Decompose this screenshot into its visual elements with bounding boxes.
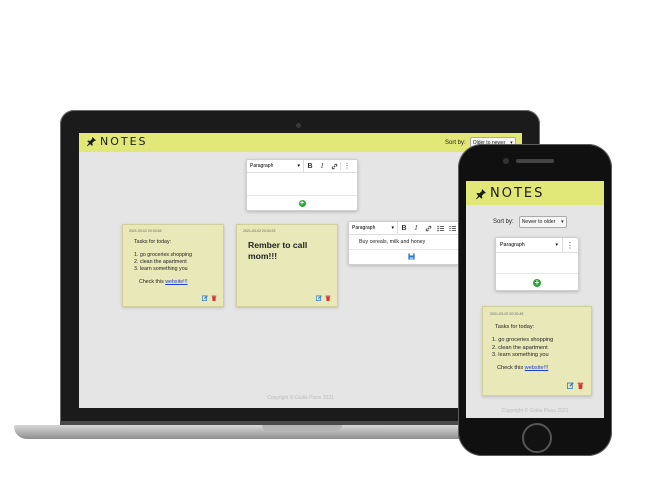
note-actions xyxy=(316,295,331,301)
editor-content[interactable] xyxy=(247,173,357,196)
note-actions xyxy=(567,382,584,389)
more-options-button[interactable]: ⋮ xyxy=(563,238,577,252)
block-format-select[interactable]: Paragraph ▾ xyxy=(349,222,398,234)
save-icon[interactable] xyxy=(408,253,415,260)
note-card: 2021-03-02 20:30:45 Tasks for today: 1. … xyxy=(482,306,592,396)
phone-camera xyxy=(503,158,509,164)
phone-speaker xyxy=(516,159,554,163)
block-format-label: Paragraph xyxy=(352,225,376,231)
note-link-prefix: Check this xyxy=(139,279,166,285)
note-list: 1. go groceries shopping 2. clean the ap… xyxy=(492,337,586,359)
note-heading: Tasks for today: xyxy=(495,324,535,330)
brand-title: NOTES xyxy=(100,135,148,148)
note-body: Tasks for today: 1. go groceries shoppin… xyxy=(492,324,586,372)
note-date: 2021-03-02 20:30:23 xyxy=(243,229,276,233)
brand-title: NOTES xyxy=(490,186,545,201)
chevron-down-icon: ▾ xyxy=(555,242,558,248)
note-actions xyxy=(202,295,217,301)
list-item: 2. clean the apartment xyxy=(492,344,548,351)
list-item: 2. clean the apartment xyxy=(134,259,187,265)
block-format-label: Paragraph xyxy=(250,163,274,169)
block-format-select[interactable]: Paragraph ▾ xyxy=(247,160,304,172)
editor-footer xyxy=(349,250,474,263)
note-link-prefix: Check this xyxy=(497,365,525,372)
list-item: 3. learn something you xyxy=(492,351,549,358)
phone-screen: NOTES Sort by: Newer to older ▾ Paragrap… xyxy=(466,181,604,418)
sort-label: Sort by: xyxy=(493,219,514,225)
brand[interactable]: NOTES xyxy=(86,135,148,148)
link-button[interactable] xyxy=(328,160,340,172)
chevron-down-icon: ▾ xyxy=(297,163,300,169)
editor-toolbar: Paragraph ▾ ⋮ xyxy=(496,238,578,253)
add-note-button[interactable]: + xyxy=(533,278,541,287)
footer: Copyright © Giulia Pisos 2021 xyxy=(501,408,569,414)
link-icon xyxy=(331,163,337,169)
pushpin-icon xyxy=(476,188,486,199)
note-list: 1. go groceries shopping 2. clean the ap… xyxy=(134,252,218,273)
note-link-line: Check this website!!! xyxy=(139,279,218,286)
editor-toolbar: Paragraph ▾ B I xyxy=(349,222,474,235)
laptop-screen: NOTES Sort by: Older to newer ▾ Paragrap… xyxy=(79,133,522,408)
block-format-label: Paragraph xyxy=(500,242,525,248)
navbar: NOTES xyxy=(466,181,604,205)
website-link[interactable]: website!!! xyxy=(165,279,187,285)
edit-note-editor: Paragraph ▾ B I Buy cereals, milk and ho… xyxy=(348,221,475,265)
bold-button[interactable]: B xyxy=(304,160,316,172)
numbered-list-button[interactable] xyxy=(446,222,458,234)
editor-footer: + xyxy=(496,274,578,291)
editor-toolbar: Paragraph ▾ B I ⋮ xyxy=(247,160,357,173)
pushpin-icon xyxy=(86,136,97,147)
list-item: 1. go groceries shopping xyxy=(134,252,193,258)
trash-icon[interactable] xyxy=(325,295,331,301)
chevron-down-icon: ▾ xyxy=(391,225,394,231)
laptop-notch xyxy=(262,425,342,431)
chevron-down-icon: ▾ xyxy=(561,219,564,225)
brand[interactable]: NOTES xyxy=(475,186,544,201)
note-text: Rember to call mom!!! xyxy=(248,240,308,261)
note-date: 2021-03-02 20:30:45 xyxy=(129,229,162,233)
sort-label: Sort by: xyxy=(445,139,466,146)
more-options-button[interactable]: ⋮ xyxy=(341,160,353,172)
note-link-line: Check this website!!! xyxy=(497,365,586,372)
add-note-button[interactable]: + xyxy=(298,199,306,207)
italic-button[interactable]: I xyxy=(316,160,328,172)
italic-button[interactable]: I xyxy=(410,222,422,234)
new-note-editor: Paragraph ▾ B I ⋮ + xyxy=(246,159,358,211)
bullet-list-button[interactable] xyxy=(434,222,446,234)
trash-icon[interactable] xyxy=(211,295,217,301)
link-button[interactable] xyxy=(422,222,434,234)
bullet-list-icon xyxy=(436,225,444,231)
new-note-editor: Paragraph ▾ ⋮ + xyxy=(495,237,579,291)
phone-home-button xyxy=(522,423,552,453)
note-body: Tasks for today: 1. go groceries shoppin… xyxy=(134,239,218,286)
note-date: 2021-03-02 20:30:45 xyxy=(490,312,524,316)
block-format-select[interactable]: Paragraph ▾ xyxy=(496,238,563,252)
list-item: 3. learn something you xyxy=(134,266,188,272)
edit-icon[interactable] xyxy=(316,295,322,301)
bold-button[interactable]: B xyxy=(398,222,410,234)
numbered-list-icon xyxy=(448,225,456,231)
note-heading: Tasks for today: xyxy=(134,239,172,245)
list-item: 1. go groceries shopping xyxy=(492,337,554,344)
sort-select[interactable]: Newer to older ▾ xyxy=(518,216,567,228)
note-card: 2021-03-02 20:30:45 Tasks for today: 1. … xyxy=(122,224,224,307)
footer: Copyright © Giulia Pisos 2021 xyxy=(267,395,334,401)
note-card: 2021-03-02 20:30:23 Rember to call mom!!… xyxy=(236,224,338,307)
editor-footer: + xyxy=(247,196,357,210)
editor-content[interactable] xyxy=(496,253,578,274)
edit-icon[interactable] xyxy=(567,382,574,389)
link-icon xyxy=(425,225,431,231)
website-link[interactable]: website!!! xyxy=(525,365,549,371)
sort-value: Newer to older xyxy=(521,219,556,225)
trash-icon[interactable] xyxy=(577,382,584,389)
navbar: NOTES Sort by: Older to newer ▾ xyxy=(79,133,522,152)
edit-icon[interactable] xyxy=(202,295,208,301)
sort-control: Sort by: Newer to older ▾ xyxy=(493,216,567,228)
editor-content[interactable]: Buy cereals, milk and honey xyxy=(349,235,474,250)
laptop-camera xyxy=(296,123,301,128)
